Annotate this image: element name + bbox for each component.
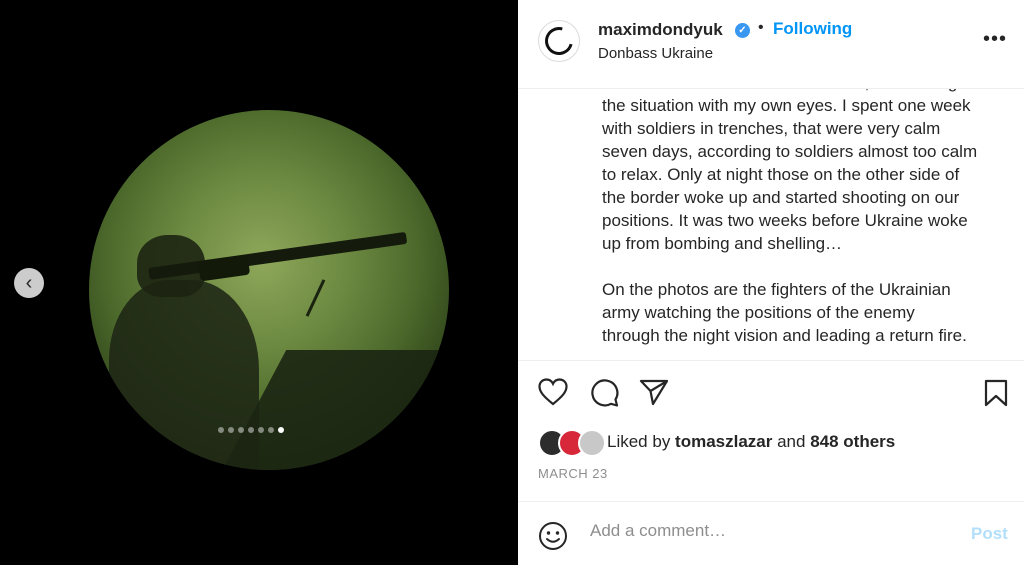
bipod-silhouette bbox=[305, 279, 326, 317]
carousel-dots bbox=[218, 427, 284, 433]
location-link[interactable]: Donbass Ukraine bbox=[598, 45, 713, 62]
post-comment-button[interactable]: Post bbox=[971, 524, 1008, 544]
carousel-dot bbox=[278, 427, 284, 433]
post-date[interactable]: MARCH 23 bbox=[538, 466, 608, 481]
post-media[interactable]: ‹ bbox=[0, 0, 518, 565]
caption-scroll-area[interactable]: the borderline with so-called LDNR, and … bbox=[518, 89, 1024, 359]
carousel-dot bbox=[258, 427, 264, 433]
username-link[interactable]: maximdondyuk bbox=[598, 20, 723, 40]
carousel-dot bbox=[268, 427, 274, 433]
avatar-logo bbox=[539, 21, 579, 61]
avatar[interactable] bbox=[538, 20, 580, 62]
likes-others-link[interactable]: 848 others bbox=[810, 432, 895, 451]
liker-username-link[interactable]: tomaszlazar bbox=[675, 432, 772, 451]
likers-avatars[interactable] bbox=[538, 429, 606, 457]
carousel-dot bbox=[248, 427, 254, 433]
emoji-icon[interactable] bbox=[538, 521, 568, 556]
heart-icon[interactable] bbox=[538, 378, 568, 411]
carousel-dot bbox=[238, 427, 244, 433]
carousel-prev-button[interactable]: ‹ bbox=[14, 268, 44, 298]
liker-avatar bbox=[578, 429, 606, 457]
comment-input[interactable] bbox=[588, 520, 952, 542]
separator: • bbox=[758, 19, 764, 36]
comment-bar: Post bbox=[518, 501, 1024, 566]
following-button[interactable]: Following bbox=[773, 19, 852, 39]
chevron-left-icon: ‹ bbox=[25, 272, 33, 294]
more-options-button[interactable]: ••• bbox=[983, 28, 1007, 51]
likes-prefix: Liked by bbox=[607, 432, 676, 451]
carousel-dot bbox=[218, 427, 224, 433]
likes-summary: Liked by tomaszlazar and 848 others bbox=[607, 432, 895, 452]
night-scope-silhouette bbox=[197, 254, 251, 282]
post-details: maximdondyuk ✓ • Following Donbass Ukrai… bbox=[518, 0, 1024, 565]
comment-icon[interactable] bbox=[590, 378, 620, 413]
night-vision-photo bbox=[89, 110, 449, 470]
post-actions: Liked by tomaszlazar and 848 others MARC… bbox=[518, 360, 1024, 501]
carousel-dot bbox=[228, 427, 234, 433]
caption-text: the borderline with so-called LDNR, and … bbox=[602, 89, 978, 345]
post-header: maximdondyuk ✓ • Following Donbass Ukrai… bbox=[518, 0, 1024, 89]
bookmark-icon[interactable] bbox=[984, 379, 1008, 412]
verified-badge-icon: ✓ bbox=[735, 23, 750, 38]
share-icon[interactable] bbox=[639, 378, 669, 411]
likes-middle: and bbox=[772, 432, 811, 451]
